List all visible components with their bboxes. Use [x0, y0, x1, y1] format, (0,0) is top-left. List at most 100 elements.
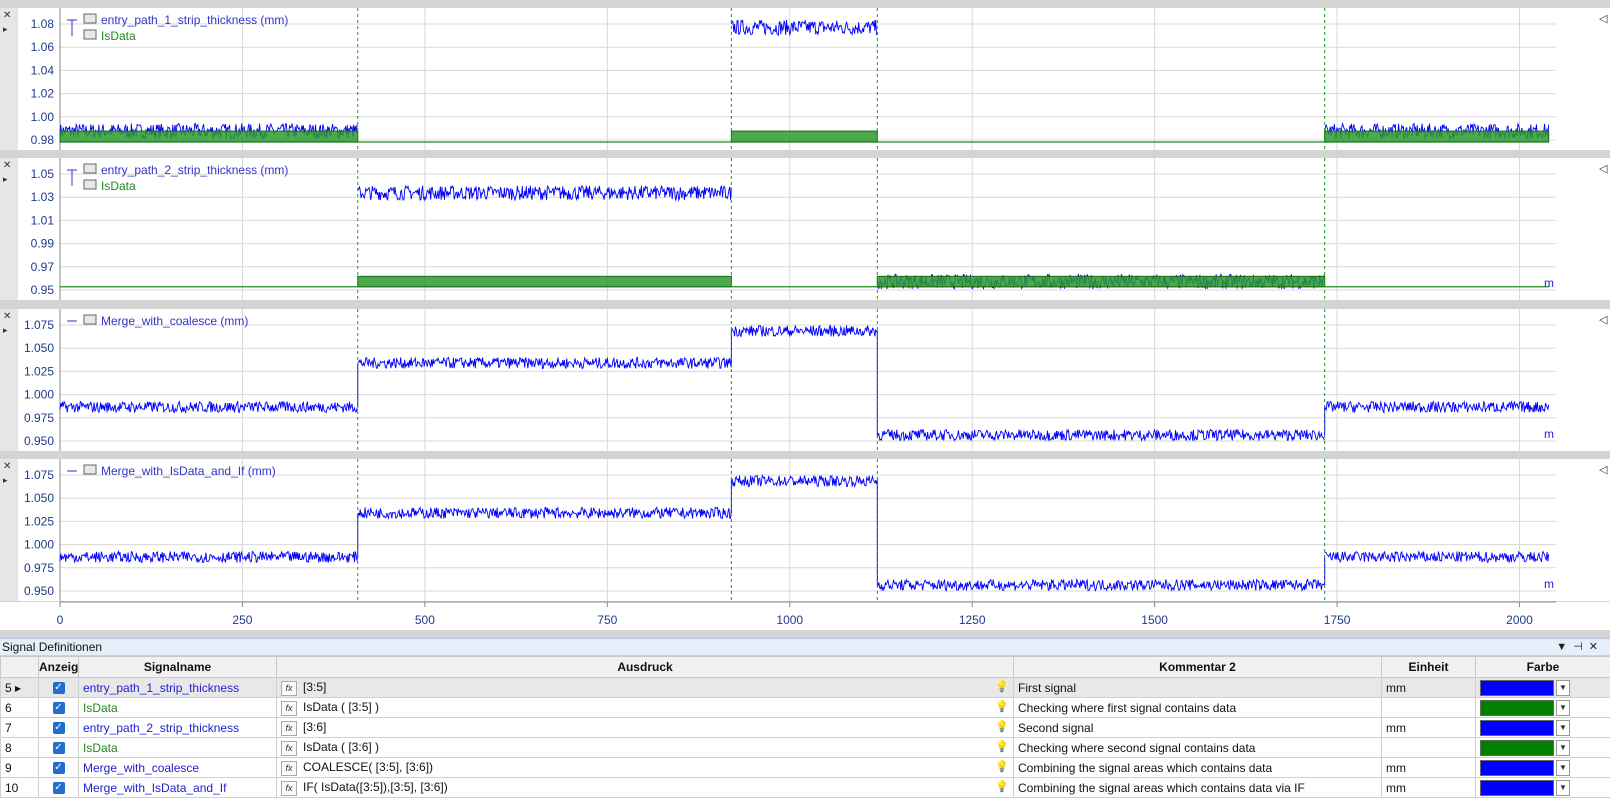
column-header[interactable]: Signalname: [78, 656, 277, 678]
checkbox[interactable]: ✓: [52, 742, 65, 755]
expression-cell[interactable]: fx [3:6] 💡: [276, 717, 1014, 738]
table-row[interactable]: 7 ✓ entry_path_2_strip_thickness fx [3:6] 💡 Se…: [0, 717, 1610, 738]
unit-cell[interactable]: mm: [1381, 717, 1476, 738]
signal-name-cell[interactable]: Merge_with_coalesce: [78, 757, 277, 778]
collapse-arrow-icon[interactable]: ◁: [1599, 163, 1608, 175]
table-row[interactable]: 6 ✓ IsData fx IsData ( [3:5] ) 💡 Checking wher…: [0, 697, 1610, 718]
expression-cell[interactable]: fx IsData ( [3:5] ) 💡: [276, 697, 1014, 718]
expand-panel-icon[interactable]: ▸: [3, 24, 8, 34]
legend-label[interactable]: entry_path_1_strip_thickness (mm): [101, 13, 288, 27]
close-panel-icon[interactable]: ✕: [3, 10, 11, 21]
function-icon[interactable]: fx: [281, 760, 297, 776]
legend-label[interactable]: Merge_with_IsData_and_If (mm): [101, 464, 276, 478]
table-row[interactable]: 5 ▸ ✓ entry_path_1_strip_thickness fx [3:5] 💡…: [0, 677, 1610, 698]
table-row[interactable]: 9 ✓ Merge_with_coalesce fx COALESCE( [3:5], …: [0, 757, 1610, 778]
display-cell[interactable]: ✓: [38, 717, 79, 738]
signal-name-cell[interactable]: entry_path_2_strip_thickness: [78, 717, 277, 738]
color-swatch[interactable]: [1480, 779, 1554, 796]
expression-cell[interactable]: fx IF( IsData([3:5]),[3:5], [3:6]) 💡: [276, 777, 1014, 798]
function-icon[interactable]: fx: [281, 780, 297, 796]
unit-cell[interactable]: [1381, 697, 1476, 718]
function-icon[interactable]: fx: [281, 700, 297, 716]
checkbox[interactable]: ✓: [52, 722, 65, 735]
column-header[interactable]: Kommentar 2: [1013, 656, 1382, 678]
signal-name-cell[interactable]: IsData: [78, 697, 277, 718]
expression-cell[interactable]: fx [3:5] 💡: [276, 677, 1014, 698]
expand-panel-icon[interactable]: ▸: [3, 325, 8, 335]
close-panel-icon[interactable]: ✕: [3, 461, 11, 472]
expression-cell[interactable]: fx COALESCE( [3:5], [3:6]) 💡: [276, 757, 1014, 778]
checkbox[interactable]: ✓: [52, 682, 65, 695]
function-icon[interactable]: fx: [281, 680, 297, 696]
unit-cell[interactable]: mm: [1381, 677, 1476, 698]
color-cell[interactable]: ▼: [1475, 777, 1610, 798]
display-cell[interactable]: ✓: [38, 697, 79, 718]
color-swatch[interactable]: [1480, 739, 1554, 756]
dropdown-icon[interactable]: ▼: [1556, 641, 1573, 653]
chevron-down-icon[interactable]: ▼: [1556, 679, 1570, 696]
lightbulb-icon[interactable]: 💡: [995, 720, 1009, 733]
collapse-arrow-icon[interactable]: ◁: [1599, 314, 1608, 326]
column-header[interactable]: Ausdruck: [276, 656, 1014, 678]
collapse-arrow-icon[interactable]: ◁: [1599, 13, 1608, 25]
column-header[interactable]: Einheit: [1381, 656, 1476, 678]
function-icon[interactable]: fx: [281, 720, 297, 736]
checkbox[interactable]: ✓: [52, 782, 65, 795]
unit-cell[interactable]: [1381, 737, 1476, 758]
display-cell[interactable]: ✓: [38, 737, 79, 758]
expand-panel-icon[interactable]: ▸: [3, 174, 8, 184]
lightbulb-icon[interactable]: 💡: [995, 780, 1009, 793]
chevron-down-icon[interactable]: ▼: [1556, 759, 1570, 776]
row-number[interactable]: 10: [0, 777, 39, 798]
expand-panel-icon[interactable]: ▸: [3, 475, 8, 485]
comment-cell[interactable]: First signal: [1013, 677, 1382, 698]
comment-cell[interactable]: Combining the signal areas which contain…: [1013, 777, 1382, 798]
chevron-down-icon[interactable]: ▼: [1556, 719, 1570, 736]
lightbulb-icon[interactable]: 💡: [995, 680, 1009, 693]
color-swatch[interactable]: [1480, 679, 1554, 696]
legend-label[interactable]: Merge_with_coalesce (mm): [101, 314, 248, 328]
table-row[interactable]: 10 ✓ Merge_with_IsData_and_If fx IF( IsData(…: [0, 777, 1610, 798]
collapse-arrow-icon[interactable]: ◁: [1599, 464, 1608, 476]
unit-cell[interactable]: mm: [1381, 777, 1476, 798]
comment-cell[interactable]: Second signal: [1013, 717, 1382, 738]
color-cell[interactable]: ▼: [1475, 757, 1610, 778]
column-header[interactable]: Anzeige: [38, 656, 79, 678]
pin-icon[interactable]: ⊣: [1573, 641, 1589, 653]
display-cell[interactable]: ✓: [38, 777, 79, 798]
signal-name-cell[interactable]: Merge_with_IsData_and_If: [78, 777, 277, 798]
expression-cell[interactable]: fx IsData ( [3:6] ) 💡: [276, 737, 1014, 758]
checkbox[interactable]: ✓: [52, 762, 65, 775]
color-swatch[interactable]: [1480, 759, 1554, 776]
color-cell[interactable]: ▼: [1475, 737, 1610, 758]
color-swatch[interactable]: [1480, 719, 1554, 736]
color-cell[interactable]: ▼: [1475, 677, 1610, 698]
close-panel-icon[interactable]: ✕: [3, 160, 11, 171]
display-cell[interactable]: ✓: [38, 757, 79, 778]
lightbulb-icon[interactable]: 💡: [995, 740, 1009, 753]
legend-label[interactable]: IsData: [101, 179, 136, 193]
comment-cell[interactable]: Checking where second signal contains da…: [1013, 737, 1382, 758]
comment-cell[interactable]: Combining the signal areas which contain…: [1013, 757, 1382, 778]
row-number[interactable]: 8: [0, 737, 39, 758]
signal-name-cell[interactable]: entry_path_1_strip_thickness: [78, 677, 277, 698]
column-header[interactable]: Farbe: [1475, 656, 1610, 678]
signal-name-cell[interactable]: IsData: [78, 737, 277, 758]
legend-label[interactable]: entry_path_2_strip_thickness (mm): [101, 163, 288, 177]
chevron-down-icon[interactable]: ▼: [1556, 739, 1570, 756]
chevron-down-icon[interactable]: ▼: [1556, 699, 1570, 716]
function-icon[interactable]: fx: [281, 740, 297, 756]
lightbulb-icon[interactable]: 💡: [995, 760, 1009, 773]
table-row[interactable]: 8 ✓ IsData fx IsData ( [3:6] ) 💡 Checking wher…: [0, 737, 1610, 758]
row-number[interactable]: 6: [0, 697, 39, 718]
checkbox[interactable]: ✓: [52, 702, 65, 715]
unit-cell[interactable]: mm: [1381, 757, 1476, 778]
color-swatch[interactable]: [1480, 699, 1554, 716]
close-panel-icon[interactable]: ✕: [3, 311, 11, 322]
legend-label[interactable]: IsData: [101, 29, 136, 43]
color-cell[interactable]: ▼: [1475, 697, 1610, 718]
color-cell[interactable]: ▼: [1475, 717, 1610, 738]
row-number[interactable]: 9: [0, 757, 39, 778]
lightbulb-icon[interactable]: 💡: [995, 700, 1009, 713]
row-number[interactable]: 7: [0, 717, 39, 738]
